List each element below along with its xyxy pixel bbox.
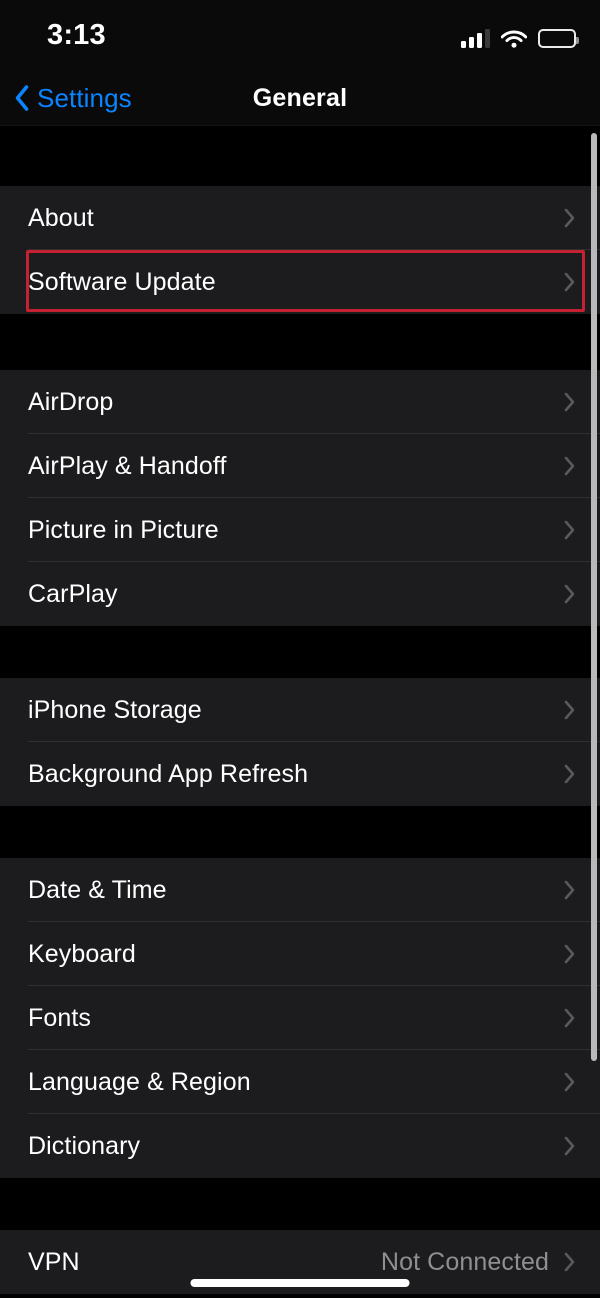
section-gap bbox=[0, 626, 600, 678]
chevron-right-icon bbox=[563, 1071, 576, 1093]
row-label: AirPlay & Handoff bbox=[28, 451, 227, 480]
row-label: Date & Time bbox=[28, 875, 167, 904]
navigation-bar: Settings General bbox=[0, 70, 600, 126]
settings-row-language-region[interactable]: Language & Region bbox=[0, 1050, 600, 1114]
section-gap bbox=[0, 1178, 600, 1230]
chevron-right-icon bbox=[563, 1251, 576, 1273]
section-connectivity: AirDrop AirPlay & Handoff Picture in Pic… bbox=[0, 370, 600, 626]
chevron-right-icon bbox=[563, 391, 576, 413]
settings-row-airdrop[interactable]: AirDrop bbox=[0, 370, 600, 434]
settings-row-airplay-handoff[interactable]: AirPlay & Handoff bbox=[0, 434, 600, 498]
iphone-settings-general-screen: 3:13 Settings General About Software Upd… bbox=[0, 0, 600, 1298]
settings-row-keyboard[interactable]: Keyboard bbox=[0, 922, 600, 986]
chevron-right-icon bbox=[563, 943, 576, 965]
chevron-right-icon bbox=[563, 583, 576, 605]
settings-row-iphone-storage[interactable]: iPhone Storage bbox=[0, 678, 600, 742]
settings-row-background-app-refresh[interactable]: Background App Refresh bbox=[0, 742, 600, 806]
chevron-right-icon bbox=[563, 1007, 576, 1029]
wifi-icon bbox=[501, 29, 527, 48]
chevron-right-icon bbox=[563, 699, 576, 721]
home-indicator[interactable] bbox=[190, 1279, 410, 1287]
settings-row-carplay[interactable]: CarPlay bbox=[0, 562, 600, 626]
status-bar-indicators bbox=[461, 24, 579, 48]
settings-row-picture-in-picture[interactable]: Picture in Picture bbox=[0, 498, 600, 562]
chevron-right-icon bbox=[563, 519, 576, 541]
chevron-right-icon bbox=[563, 271, 576, 293]
chevron-right-icon bbox=[563, 207, 576, 229]
section-gap bbox=[0, 126, 600, 186]
row-label: Keyboard bbox=[28, 939, 136, 968]
section-gap bbox=[0, 806, 600, 858]
battery-icon bbox=[538, 29, 579, 48]
cellular-signal-icon bbox=[461, 29, 490, 48]
vpn-status-value: Not Connected bbox=[380, 1247, 549, 1276]
settings-row-fonts[interactable]: Fonts bbox=[0, 986, 600, 1050]
row-label: AirDrop bbox=[28, 387, 114, 416]
settings-row-dictionary[interactable]: Dictionary bbox=[0, 1114, 600, 1178]
vertical-scrollbar[interactable] bbox=[591, 133, 597, 1061]
row-label: Dictionary bbox=[28, 1131, 141, 1160]
row-label: Fonts bbox=[28, 1003, 92, 1032]
row-label: iPhone Storage bbox=[28, 695, 202, 724]
row-label: CarPlay bbox=[28, 579, 118, 608]
page-title: General bbox=[252, 83, 348, 112]
chevron-right-icon bbox=[563, 455, 576, 477]
settings-row-about[interactable]: About bbox=[0, 186, 600, 250]
status-bar-time: 3:13 bbox=[47, 19, 106, 51]
row-label: About bbox=[28, 203, 94, 232]
chevron-right-icon bbox=[563, 763, 576, 785]
row-label: Software Update bbox=[28, 267, 216, 296]
settings-row-date-time[interactable]: Date & Time bbox=[0, 858, 600, 922]
section-storage: iPhone Storage Background App Refresh bbox=[0, 678, 600, 806]
status-bar: 3:13 bbox=[0, 0, 600, 70]
row-label: Picture in Picture bbox=[28, 515, 219, 544]
settings-row-software-update[interactable]: Software Update bbox=[0, 250, 600, 314]
section-gap bbox=[0, 314, 600, 370]
chevron-right-icon bbox=[563, 1135, 576, 1157]
row-label: Language & Region bbox=[28, 1067, 251, 1096]
row-label: Background App Refresh bbox=[28, 759, 309, 788]
section-localization: Date & Time Keyboard Fonts Language & Re… bbox=[0, 858, 600, 1178]
row-label: VPN bbox=[28, 1247, 80, 1276]
chevron-right-icon bbox=[563, 879, 576, 901]
section-about: About Software Update bbox=[0, 186, 600, 314]
settings-list[interactable]: About Software Update AirDrop AirPlay & … bbox=[0, 126, 600, 1298]
